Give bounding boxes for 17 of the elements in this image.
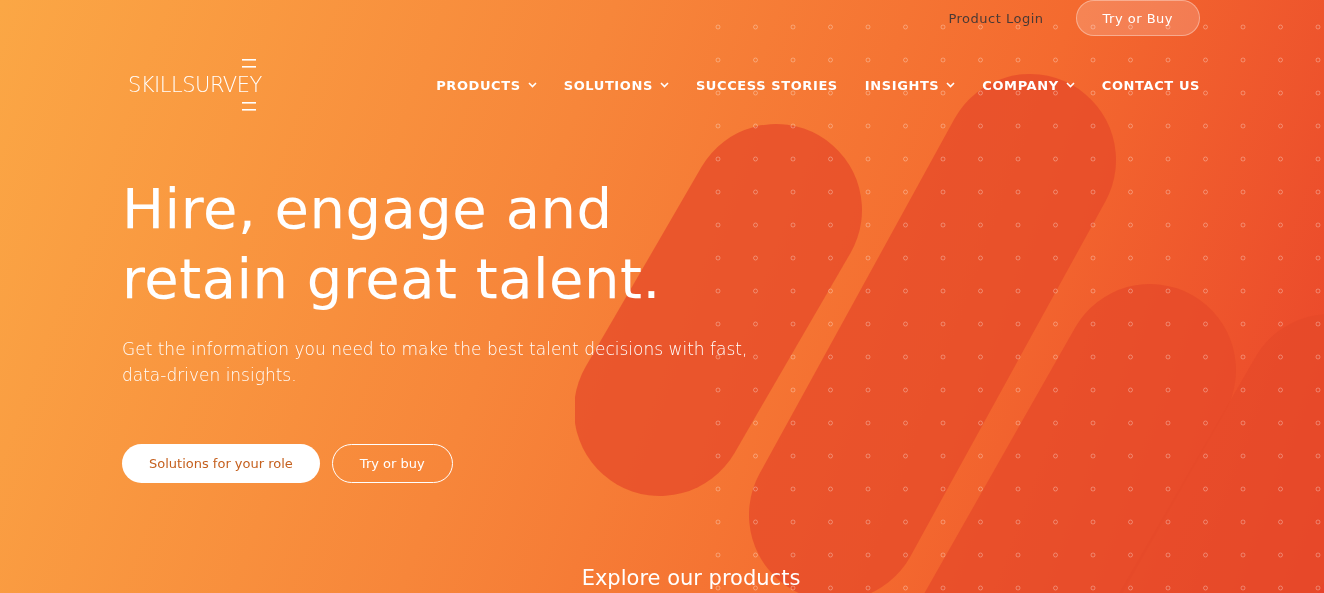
subtitle: Get the information you need to make the best talent decisions with fast, data-driven insights. <box>122 338 749 387</box>
section-heading: Explore our products <box>580 565 801 592</box>
nav-link[interactable]: COMPANY <box>982 77 1075 93</box>
nav-link[interactable]: PRODUCTS <box>436 77 537 93</box>
logo[interactable]: SKILLSURVEY <box>122 58 262 112</box>
nav-link[interactable]: SOLUTIONS <box>563 77 669 93</box>
headline: Hire, engage and retain great talent. <box>122 175 662 313</box>
nav-link[interactable]: SUCCESS STORIES <box>695 77 838 93</box>
solutions-button[interactable]: Solutions for your role <box>122 444 320 483</box>
product-login-link[interactable]: Product Login <box>948 10 1044 26</box>
nav-link[interactable]: INSIGHTS <box>864 77 956 93</box>
chevron-down-icon <box>527 82 537 88</box>
chevron-down-icon <box>659 82 669 88</box>
try-or-buy-button[interactable]: Try or Buy <box>1075 0 1200 36</box>
chevron-down-icon <box>1065 82 1075 88</box>
chevron-down-icon <box>946 82 956 88</box>
nav-link[interactable]: CONTACT US <box>1101 77 1200 93</box>
